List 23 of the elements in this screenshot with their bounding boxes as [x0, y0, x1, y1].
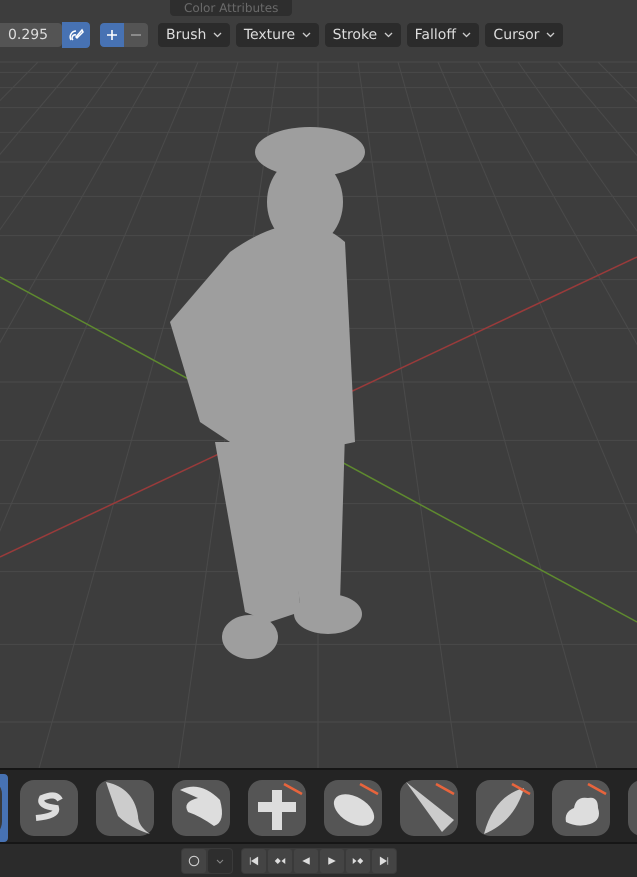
add-mode-button[interactable] [100, 23, 124, 47]
menu-dropdown[interactable]: Brush [158, 23, 230, 47]
caret-icon [384, 32, 393, 38]
menu-dropdown[interactable]: Stroke [324, 23, 401, 47]
menu-dropdown[interactable]: Falloff [406, 23, 480, 47]
circle-icon [188, 854, 200, 868]
plus-icon [106, 29, 118, 41]
prev-key-button[interactable] [268, 848, 292, 872]
play-button[interactable] [320, 848, 344, 872]
menu-dropdown[interactable]: Cursor [485, 23, 563, 47]
pen-pressure-icon [68, 27, 84, 43]
menu-dropdown[interactable]: Texture [236, 23, 319, 47]
last-button[interactable] [372, 848, 396, 872]
pen-pressure-button[interactable] [62, 22, 90, 48]
caret-icon [546, 32, 555, 38]
next-key-button[interactable] [346, 848, 370, 872]
reverse-button[interactable] [294, 848, 318, 872]
caret-icon [462, 32, 472, 38]
strength-field[interactable]: 0.295 [0, 23, 62, 47]
first-button[interactable] [242, 848, 266, 872]
caret-icon [212, 32, 222, 38]
record-button[interactable] [182, 848, 206, 872]
caret-icon [302, 32, 311, 38]
